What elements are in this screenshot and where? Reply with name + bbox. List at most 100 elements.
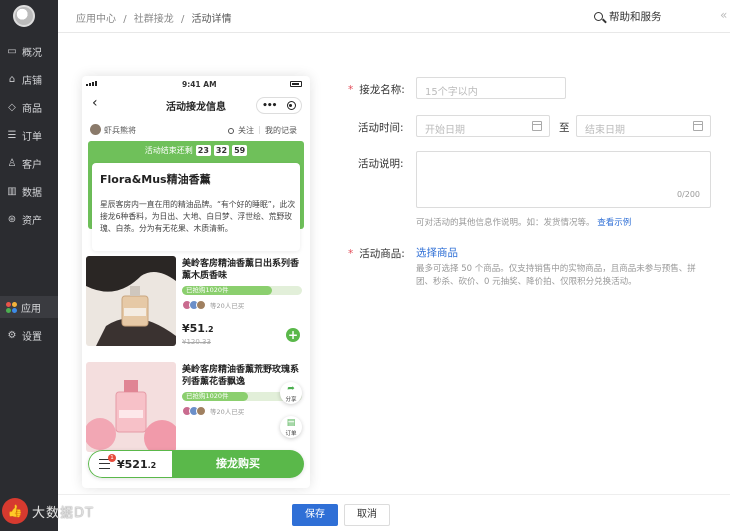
- help-label: 帮助和服务: [609, 11, 662, 23]
- activity-description: 星辰客房内一直在用的精油品牌。“有个好的睡眠”，此次接龙6种香料，为日出、大地、…: [100, 200, 296, 233]
- start-date-placeholder: 开始日期: [425, 125, 465, 136]
- description-label: 活动说明:: [358, 158, 404, 170]
- view-example-link[interactable]: 查看示例: [597, 218, 631, 228]
- orders-float-button[interactable]: ▤ 订单: [280, 416, 302, 438]
- end-date-input[interactable]: 结束日期: [576, 115, 711, 137]
- breadcrumb: 应用中心 / 社群接龙 / 活动详情: [76, 10, 236, 25]
- description-textarea[interactable]: 0/200: [416, 151, 711, 208]
- asset-icon: ⊛: [7, 213, 17, 225]
- breadcrumb-separator: /: [180, 14, 185, 25]
- calendar-icon: [532, 121, 542, 131]
- sidebar-item-goods[interactable]: ◇ 商品: [0, 96, 58, 118]
- sidebar-item-overview[interactable]: ▭ 概况: [0, 40, 58, 62]
- goods-label: * 活动商品:: [348, 246, 405, 261]
- countdown-hours: 23: [195, 145, 211, 156]
- order-list-icon: ▤: [286, 418, 296, 428]
- select-goods-link[interactable]: 选择商品: [416, 245, 458, 260]
- original-price: ¥120.33: [182, 338, 211, 346]
- cart-bar: 1 ¥521.2 接龙购买: [88, 450, 304, 478]
- cart-total-decimal: .2: [147, 461, 157, 470]
- organizer-name: 虾兵熊将: [104, 126, 136, 135]
- time-label: 活动时间:: [358, 122, 404, 134]
- cart-total-integer: ¥521: [117, 458, 148, 471]
- breadcrumb-item-app-center[interactable]: 应用中心: [76, 14, 116, 25]
- buyers-count: 等20人已买: [210, 408, 245, 416]
- start-date-input[interactable]: 开始日期: [416, 115, 550, 137]
- countdown-label: 活动结束还剩: [144, 146, 193, 155]
- buy-button[interactable]: 接龙购买: [172, 450, 304, 478]
- countdown: 活动结束还剩 23 32 59: [88, 145, 304, 156]
- name-label: * 接龙名称:: [348, 82, 405, 97]
- sidebar-item-apps[interactable]: 应用: [0, 296, 58, 318]
- sidebar-item-label: 商品: [22, 103, 42, 115]
- orders-label: 订单: [285, 431, 297, 437]
- buyers-count: 等20人已买: [210, 302, 245, 310]
- mini-program-capsule[interactable]: •••: [256, 97, 302, 114]
- avatar: [90, 124, 101, 135]
- goods-help-line-1: 最多可选择 50 个商品。仅支持销售中的实物商品，且商品未参与预售、拼: [416, 264, 696, 274]
- breadcrumb-item-community[interactable]: 社群接龙: [134, 14, 174, 25]
- gear-icon: ⚙: [7, 329, 17, 341]
- goods-label-text: 活动商品:: [359, 248, 405, 260]
- share-label: 分享: [285, 397, 297, 403]
- help-service-button[interactable]: 帮助和服务: [594, 9, 662, 24]
- my-records-link[interactable]: 我的记录: [265, 125, 297, 136]
- activity-name-input[interactable]: 15个字以内: [416, 77, 566, 99]
- sidebar-item-label: 店铺: [22, 75, 42, 87]
- buyer-avatars: 等20人已买: [182, 406, 244, 416]
- store-icon: ⌂: [8, 73, 16, 85]
- sidebar-item-label: 资产: [22, 215, 42, 227]
- share-button[interactable]: ➦ 分享: [280, 382, 302, 404]
- sidebar-item-label: 概况: [22, 47, 42, 59]
- cart-summary[interactable]: 1 ¥521.2: [88, 450, 172, 478]
- action-footer: 保存 取消: [58, 494, 730, 531]
- sales-progress-bar: 已抢购1020件: [182, 286, 302, 295]
- battery-icon: [290, 81, 302, 87]
- product-card[interactable]: 美岭客房精油香薰日出系列香薰木质香味 已抢购1020件 等20人已买 ¥51.2…: [86, 256, 306, 350]
- product-card[interactable]: 美岭客房精油香薰荒野玫瑰系列香薰花香飘逸 已抢购1020件 等20人已买: [86, 362, 306, 456]
- follow-button[interactable]: 关注: [228, 125, 254, 136]
- close-target-icon[interactable]: [286, 101, 296, 110]
- price-decimal: .2: [204, 325, 214, 334]
- watermark: 👍 大数据DT: [2, 498, 94, 524]
- sidebar-item-settings[interactable]: ⚙ 设置: [0, 324, 58, 346]
- follow-label: 关注: [238, 126, 254, 135]
- status-time: 9:41 AM: [182, 80, 217, 89]
- sidebar-item-data[interactable]: ▥ 数据: [0, 180, 58, 202]
- sidebar-item-label: 数据: [22, 187, 42, 199]
- sidebar-item-customers[interactable]: ♙ 客户: [0, 152, 58, 174]
- calendar-icon: [693, 121, 703, 131]
- collapse-panel-icon[interactable]: «: [720, 8, 727, 22]
- char-counter: 0/200: [676, 190, 700, 199]
- required-mark: *: [348, 84, 354, 96]
- required-mark: *: [348, 248, 354, 260]
- user-icon: ♙: [7, 157, 17, 169]
- monitor-icon: ▭: [7, 45, 17, 57]
- thumbs-up-icon: 👍: [2, 498, 28, 524]
- sidebar-item-store[interactable]: ⌂ 店铺: [0, 68, 58, 90]
- more-icon[interactable]: •••: [262, 101, 277, 111]
- sidebar-item-label: 应用: [21, 303, 41, 315]
- divider: |: [258, 125, 261, 134]
- description-help: 可对活动的其他信息作说明。如：发货情况等。 查看示例: [416, 216, 631, 228]
- save-button[interactable]: 保存: [292, 504, 338, 526]
- organizer-row: 虾兵熊将 关注 | 我的记录: [82, 122, 310, 138]
- tag-icon: ◇: [8, 101, 16, 113]
- store-logo-avatar[interactable]: [13, 5, 35, 27]
- sidebar-item-label: 客户: [22, 159, 42, 171]
- phone-status-bar: 9:41 AM: [82, 76, 310, 92]
- product-image: [86, 256, 176, 346]
- add-to-cart-icon[interactable]: +: [286, 328, 300, 342]
- cart-badge: 1: [108, 454, 116, 462]
- product-title: 美岭客房精油香薰日出系列香薰木质香味: [182, 259, 300, 281]
- countdown-banner: 活动结束还剩 23 32 59 Flora&Mus精油香薰 星辰客房内一直在用的…: [88, 141, 304, 251]
- date-range-to: 至: [559, 122, 570, 134]
- cancel-button[interactable]: 取消: [344, 504, 390, 526]
- breadcrumb-item-current: 活动详情: [191, 14, 232, 25]
- end-date-placeholder: 结束日期: [585, 125, 625, 136]
- price-integer: ¥51: [182, 322, 205, 335]
- sidebar-item-assets[interactable]: ⊛ 资产: [0, 208, 58, 230]
- share-icon: ➦: [287, 384, 295, 394]
- sidebar-item-orders[interactable]: ☰ 订单: [0, 124, 58, 146]
- name-label-text: 接龙名称:: [359, 84, 405, 96]
